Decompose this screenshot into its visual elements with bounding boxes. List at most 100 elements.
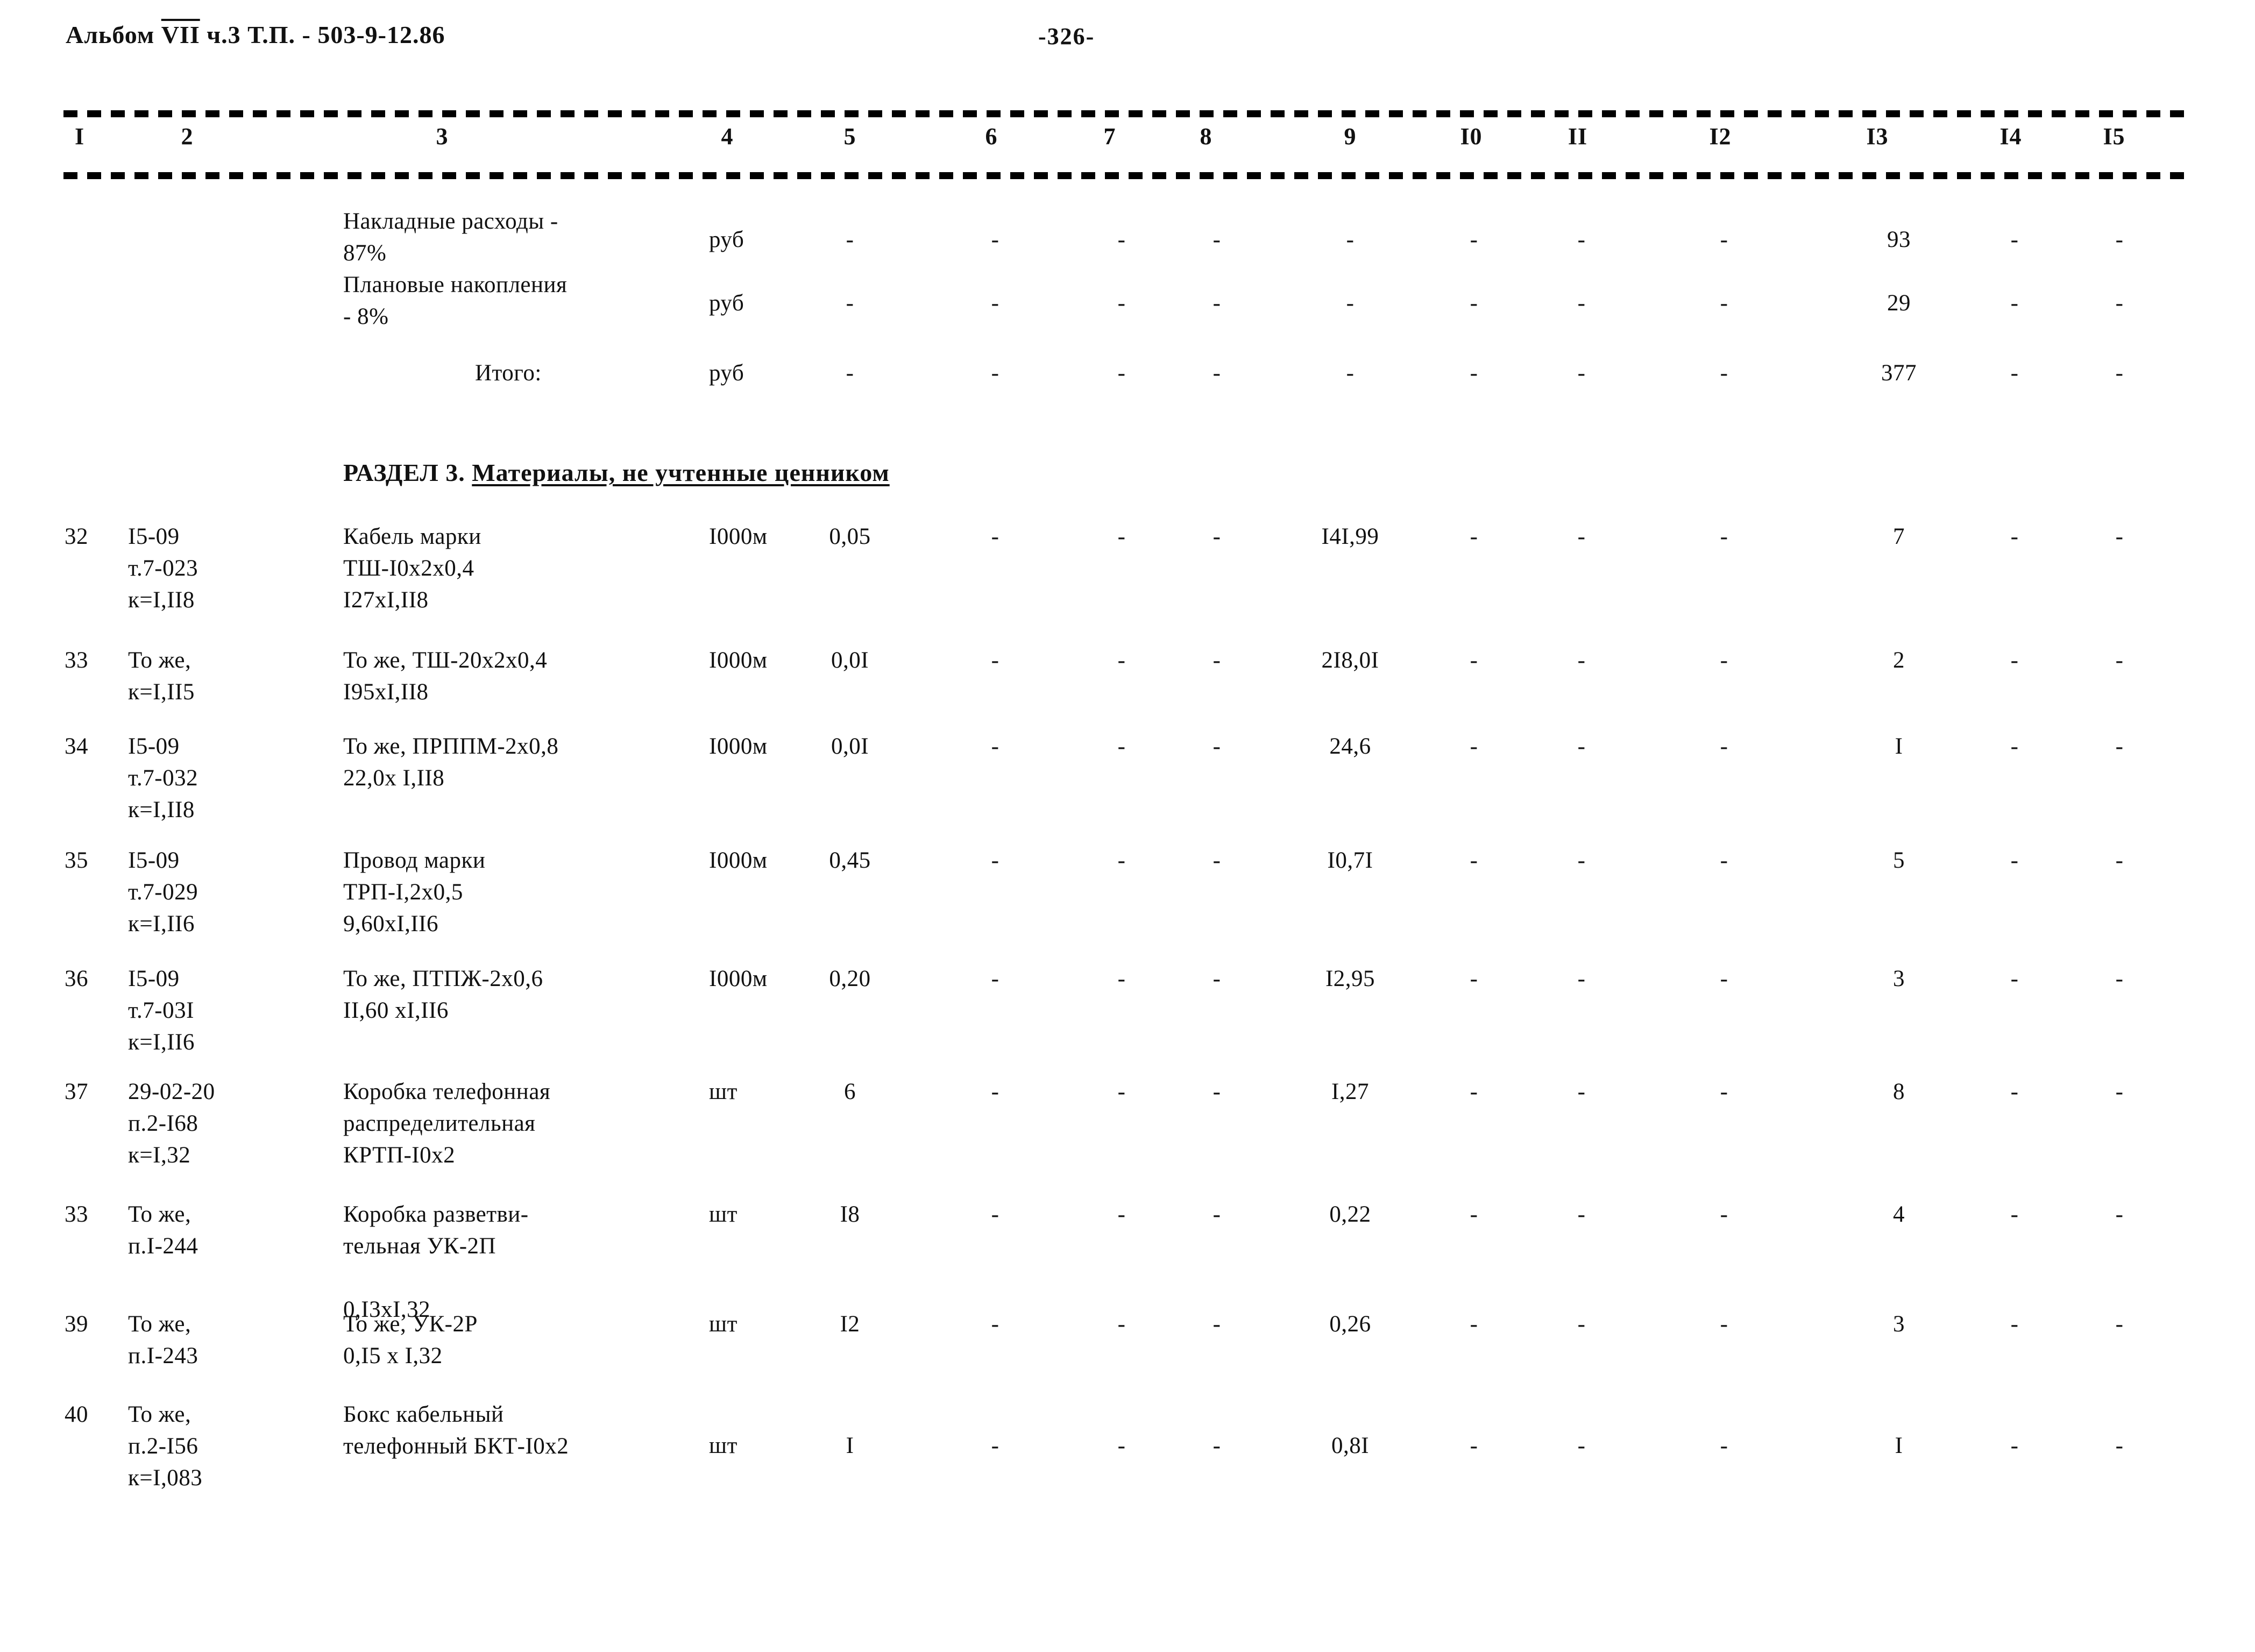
row-col8: - (1212, 1433, 1221, 1458)
row-col7: - (1117, 1433, 1126, 1458)
row-unit: шт (709, 1079, 738, 1104)
row-unit: руб (709, 227, 744, 252)
row-unit: I000м (709, 648, 768, 673)
column-header-I4: I4 (1999, 123, 2022, 150)
row-qty: 6 (844, 1079, 856, 1104)
row-col12: - (1720, 1079, 1728, 1104)
row-col11: - (1577, 848, 1586, 873)
row-col14: - (2010, 360, 2019, 386)
page-number: -326- (1038, 23, 1095, 49)
row-col14: - (2010, 1433, 2019, 1458)
row-col14: - (2010, 848, 2019, 873)
row-col9: 0,26 (1329, 1311, 1371, 1337)
row-col7: - (1117, 1202, 1126, 1227)
row-col7: - (1117, 227, 1126, 252)
row-col6: - (991, 290, 999, 316)
row-code: 29-02-20 п.2-I68 к=I,32 (128, 1079, 215, 1168)
row-col15: - (2115, 360, 2124, 386)
column-header-I3: I3 (1866, 123, 1889, 150)
row-unit: I000м (709, 848, 768, 873)
row-unit: I000м (709, 966, 768, 991)
row-col9: 0,22 (1329, 1202, 1371, 1227)
row-col14: - (2010, 1311, 2019, 1337)
row-col8: - (1212, 848, 1221, 873)
row-col7: - (1117, 524, 1126, 549)
row-unit: руб (709, 290, 744, 316)
row-col14: - (2010, 1079, 2019, 1104)
row-col10: - (1470, 648, 1478, 673)
row-col6: - (991, 360, 999, 386)
row-code: I5-09 т.7-032 к=I,II8 (128, 734, 198, 823)
row-col15: - (2115, 1079, 2124, 1104)
row-col14: - (2010, 524, 2019, 549)
column-header-II: II (1568, 123, 1588, 150)
row-col8: - (1212, 1079, 1221, 1104)
row-code: То же, к=I,II5 (128, 648, 195, 705)
row-col12: - (1720, 848, 1728, 873)
row-description: Накладные расходы - 87% (343, 209, 558, 266)
row-code: I5-09 т.7-029 к=I,II6 (128, 848, 198, 937)
row-col7: - (1117, 648, 1126, 673)
column-header-3: 3 (436, 123, 449, 150)
row-col11: - (1577, 227, 1586, 252)
row-qty: - (846, 360, 854, 386)
row-col10: - (1470, 360, 1478, 386)
row-col10: - (1470, 1433, 1478, 1458)
row-col9: 24,6 (1329, 734, 1371, 759)
row-col12: - (1720, 966, 1728, 991)
row-qty: I8 (840, 1202, 860, 1227)
row-col7: - (1117, 360, 1126, 386)
album-reference: Альбом VII ч.3 Т.П. - 503-9-12.86 (66, 20, 445, 49)
row-unit: шт (709, 1202, 738, 1227)
row-col11: - (1577, 1079, 1586, 1104)
column-header-6: 6 (985, 123, 998, 150)
row-col11: - (1577, 966, 1586, 991)
row-number: 37 (65, 1079, 88, 1104)
row-col10: - (1470, 290, 1478, 316)
row-col15: - (2115, 290, 2124, 316)
row-col11: - (1577, 648, 1586, 673)
document-page: Альбом VII ч.3 Т.П. - 503-9-12.86 -326- … (0, 0, 2255, 1652)
row-col12: - (1720, 524, 1728, 549)
row-description: Коробка разветви- тельная УК-2П 0,I3xI,3… (343, 1202, 529, 1322)
column-header-I0: I0 (1460, 123, 1483, 150)
row-col8: - (1212, 734, 1221, 759)
row-code: I5-09 т.7-023 к=I,II8 (128, 524, 198, 613)
row-col8: - (1212, 524, 1221, 549)
row-col12: - (1720, 360, 1728, 386)
row-code: То же, п.I-243 (128, 1311, 198, 1369)
row-description: Итого: (475, 360, 542, 386)
row-col13: 3 (1893, 966, 1905, 991)
row-col9: - (1346, 227, 1355, 252)
row-col9: - (1346, 290, 1355, 316)
row-col13: I (1895, 1433, 1903, 1458)
row-col6: - (991, 1433, 999, 1458)
column-header-I: I (74, 123, 85, 150)
row-col14: - (2010, 966, 2019, 991)
row-qty: 0,05 (829, 524, 871, 549)
row-col14: - (2010, 1202, 2019, 1227)
row-col8: - (1212, 1202, 1221, 1227)
column-header-7: 7 (1103, 123, 1116, 150)
row-col11: - (1577, 360, 1586, 386)
album-rest: ч.3 Т.П. - 503-9-12.86 (200, 21, 445, 48)
document-header: Альбом VII ч.3 Т.П. - 503-9-12.86 -326- (0, 20, 2255, 58)
row-col13: I (1895, 734, 1903, 759)
row-col9: I4I,99 (1321, 524, 1379, 549)
row-col13: 7 (1893, 524, 1905, 549)
row-qty: - (846, 290, 854, 316)
row-col7: - (1117, 1311, 1126, 1337)
row-description: То же, ПРППМ-2x0,8 22,0х I,II8 (343, 734, 559, 791)
row-qty: 0,20 (829, 966, 871, 991)
row-col7: - (1117, 734, 1126, 759)
row-col11: - (1577, 734, 1586, 759)
row-col6: - (991, 1079, 999, 1104)
row-description: Плановые накопления - 8% (343, 272, 568, 329)
column-header-I5: I5 (2103, 123, 2125, 150)
row-unit: шт (709, 1311, 738, 1337)
row-col6: - (991, 1202, 999, 1227)
row-col14: - (2010, 290, 2019, 316)
row-col9: I,27 (1331, 1079, 1370, 1104)
row-col8: - (1212, 648, 1221, 673)
album-prefix: Альбом (66, 21, 161, 48)
